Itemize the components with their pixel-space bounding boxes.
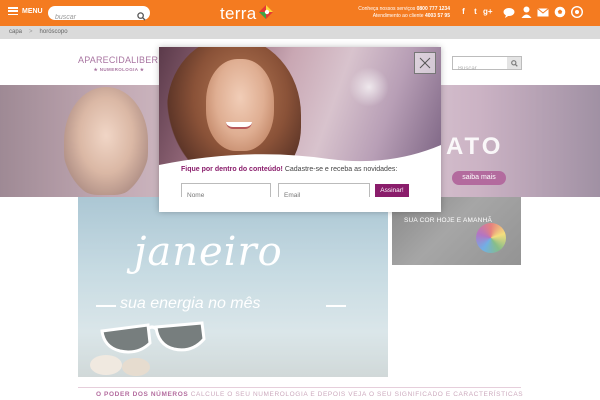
user-icon[interactable] [520, 6, 532, 18]
logo-text: terra [220, 4, 257, 23]
white-wave [159, 145, 441, 165]
top-search [48, 6, 150, 25]
terra-mark-icon [257, 3, 275, 21]
modal-message-rest: Cadastre-se e receba as novidades: [282, 166, 398, 173]
utility-icons [503, 6, 583, 18]
close-button[interactable] [414, 52, 436, 74]
breadcrumb-bar: capa > horóscopo [0, 26, 600, 39]
contact-line1-text: Conheça nossos serviços [358, 6, 416, 12]
close-icon [419, 57, 431, 69]
hamburger-icon [8, 7, 18, 15]
search-icon[interactable] [137, 8, 146, 26]
twitter-icon[interactable]: t [471, 7, 480, 17]
modal-message: Fique por dentro do conteúdo! Cadastre-s… [181, 166, 397, 173]
social-links: f t g+ [459, 7, 492, 17]
modal-message-highlight1: Fique por [181, 166, 213, 173]
newsletter-modal: Fique por dentro do conteúdo! Cadastre-s… [159, 47, 441, 212]
modal-message-highlight2: dentro do conteúdo! [214, 166, 283, 173]
soccer-ball-icon[interactable] [554, 6, 566, 18]
breadcrumb-item-capa[interactable]: capa [9, 29, 22, 35]
search-input[interactable] [48, 10, 132, 25]
name-field-wrap [181, 183, 271, 202]
subscribe-button[interactable]: Assinar! [375, 184, 409, 197]
gear-icon[interactable] [571, 6, 583, 18]
name-field[interactable] [182, 189, 270, 202]
terra-logo[interactable]: terra [220, 4, 275, 24]
breadcrumb-separator: > [29, 29, 33, 35]
contact-line2-phone: 4003 57 95 [424, 13, 450, 19]
breadcrumb-item-horoscopo[interactable]: horóscopo [40, 29, 68, 35]
email-field-wrap [278, 183, 370, 202]
light-sparkle [349, 67, 389, 107]
facebook-icon[interactable]: f [459, 7, 468, 17]
contact-line2-text: Atendimento ao cliente [372, 13, 424, 19]
menu-label: MENU [22, 7, 43, 15]
contact-info: Conheça nossos serviços 0800 777 1234 At… [352, 6, 450, 20]
chat-icon[interactable] [503, 6, 515, 18]
portrait-smile [226, 122, 252, 129]
google-plus-icon[interactable]: g+ [483, 7, 493, 17]
top-bar: MENU terra Conheça nossos serviços 0800 … [0, 0, 600, 26]
breadcrumb: capa > horóscopo [9, 29, 68, 35]
menu-button[interactable]: MENU [8, 7, 43, 15]
modal-photo [159, 47, 441, 165]
mail-icon[interactable] [537, 6, 549, 18]
email-field[interactable] [279, 189, 369, 202]
contact-line1-phone: 0800 777 1234 [416, 6, 450, 12]
